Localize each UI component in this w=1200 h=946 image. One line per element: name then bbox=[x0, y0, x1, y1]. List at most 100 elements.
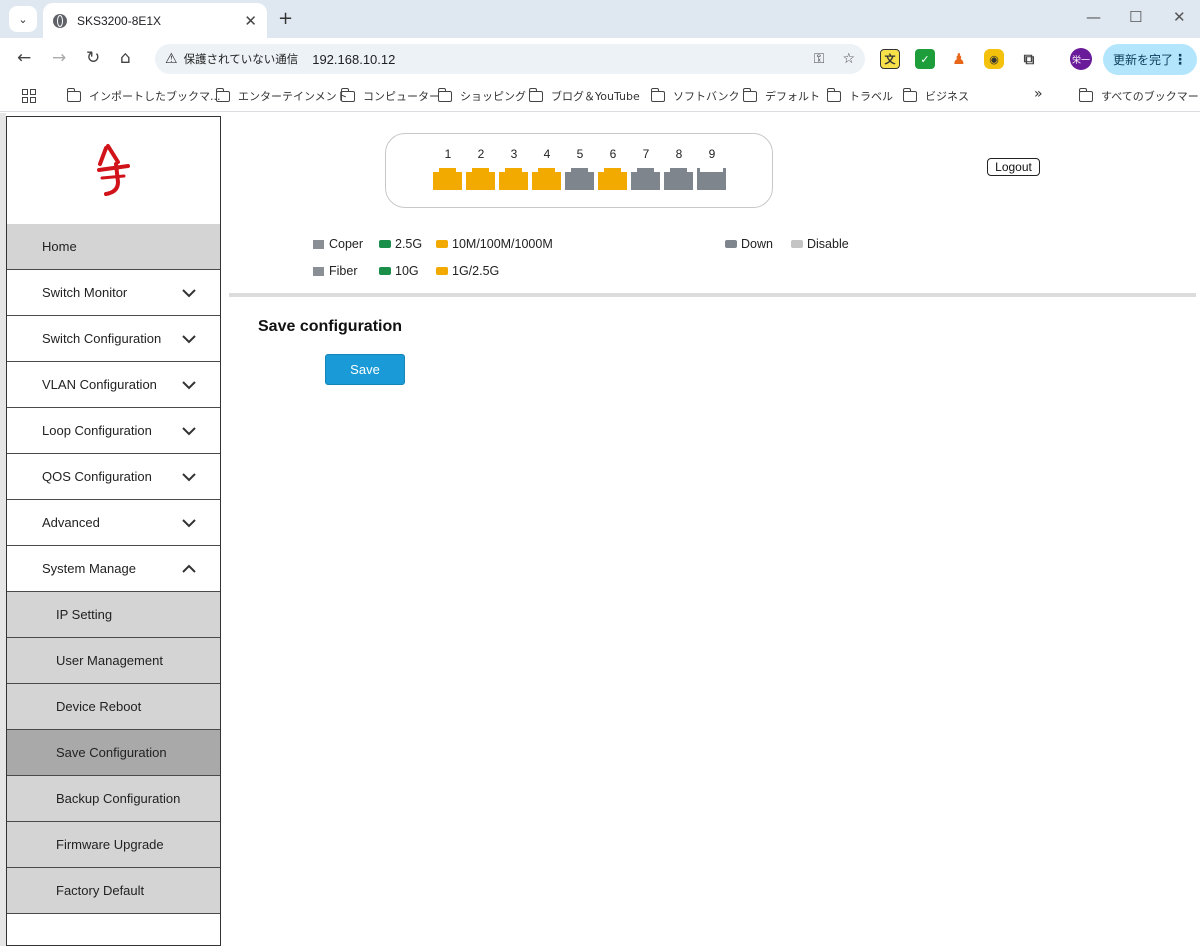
port-number: 5 bbox=[576, 147, 584, 161]
port-number: 8 bbox=[675, 147, 683, 161]
submenu-label: IP Setting bbox=[56, 607, 113, 622]
more-menu-icon[interactable]: ⋮ bbox=[1173, 52, 1187, 68]
apps-grid-icon[interactable] bbox=[22, 89, 36, 103]
port-icon[interactable] bbox=[565, 168, 594, 190]
bookmark-folder[interactable]: デフォルト bbox=[742, 87, 820, 104]
legend-label: Coper bbox=[329, 237, 364, 251]
coper-port-icon bbox=[313, 239, 324, 249]
maximize-button[interactable]: ☐ bbox=[1129, 8, 1142, 26]
menu-system-manage[interactable]: System Manage bbox=[7, 546, 220, 592]
chevron-down-icon bbox=[182, 334, 196, 343]
menu-label: Switch Monitor bbox=[42, 285, 128, 300]
key-icon[interactable]: ⚿ bbox=[814, 51, 825, 67]
bookmark-folder[interactable]: コンピューター bbox=[340, 87, 440, 104]
bookmark-folder[interactable]: トラベル bbox=[826, 87, 893, 104]
menu-qos-configuration[interactable]: QOS Configuration bbox=[7, 454, 220, 500]
extensions-puzzle-icon[interactable]: ⧉ bbox=[1019, 49, 1039, 69]
chevron-down-icon bbox=[182, 288, 196, 297]
menu-home[interactable]: Home bbox=[7, 224, 220, 270]
security-status[interactable]: 保護されていない通信 bbox=[184, 51, 299, 67]
brand-logo-icon bbox=[96, 143, 130, 196]
page-title: Save configuration bbox=[258, 318, 403, 335]
legend-fiber: Fiber bbox=[313, 264, 357, 278]
save-button[interactable]: Save bbox=[325, 354, 405, 385]
legend-coper: Coper bbox=[313, 237, 363, 251]
menu-label: QOS Configuration bbox=[42, 469, 152, 484]
bookmark-folder[interactable]: ビジネス bbox=[902, 87, 969, 104]
legend-label: 10M/100M/1000M bbox=[452, 237, 553, 251]
submenu-factory-default[interactable]: Factory Default bbox=[7, 868, 220, 914]
divider bbox=[229, 293, 1196, 297]
window-close-button[interactable]: ✕ bbox=[1173, 8, 1186, 26]
legend-10m-1000m: 10M/100M/1000M bbox=[436, 237, 553, 251]
folder-icon bbox=[66, 87, 81, 102]
browser-tab[interactable]: SKS3200-8E1X ✕ bbox=[43, 3, 267, 38]
menu-switch-monitor[interactable]: Switch Monitor bbox=[7, 270, 220, 316]
legend-1g-2-5g: 1G/2.5G bbox=[436, 264, 499, 278]
logo bbox=[7, 117, 220, 224]
profile-avatar[interactable]: 栄一 bbox=[1070, 48, 1092, 70]
legend-label: 2.5G bbox=[395, 237, 423, 251]
extension-person-icon[interactable]: ♟ bbox=[949, 49, 969, 69]
legend-down: Down bbox=[725, 237, 773, 251]
port-number: 6 bbox=[609, 147, 617, 161]
legend-label: Disable bbox=[807, 237, 849, 251]
menu-vlan-configuration[interactable]: VLAN Configuration bbox=[7, 362, 220, 408]
browser-tabstrip: ⌄ SKS3200-8E1X ✕ + — ☐ ✕ bbox=[0, 0, 1200, 38]
menu-switch-configuration[interactable]: Switch Configuration bbox=[7, 316, 220, 362]
submenu-ip-setting[interactable]: IP Setting bbox=[7, 592, 220, 638]
legend-10g: 10G bbox=[379, 264, 419, 278]
submenu-user-management[interactable]: User Management bbox=[7, 638, 220, 684]
bookmark-folder[interactable]: エンターテインメント bbox=[215, 87, 348, 104]
submenu-backup-configuration[interactable]: Backup Configuration bbox=[7, 776, 220, 822]
folder-icon bbox=[742, 87, 757, 102]
browser-toolbar: ← → ↻ ⌂ ⚠ 保護されていない通信 192.168.10.12 ⚿ ☆ 文… bbox=[0, 38, 1200, 81]
fiber-port-icon[interactable] bbox=[697, 168, 726, 190]
tab-search-button[interactable]: ⌄ bbox=[9, 6, 37, 32]
port-icon[interactable] bbox=[532, 168, 561, 190]
new-tab-button[interactable]: + bbox=[278, 8, 293, 29]
port-icon[interactable] bbox=[433, 168, 462, 190]
star-icon[interactable]: ☆ bbox=[842, 51, 855, 67]
port-icon[interactable] bbox=[631, 168, 660, 190]
port-icon[interactable] bbox=[664, 168, 693, 190]
extension-check-icon[interactable]: ✓ bbox=[915, 49, 935, 69]
submenu-firmware-upgrade[interactable]: Firmware Upgrade bbox=[7, 822, 220, 868]
port-icon[interactable] bbox=[466, 168, 495, 190]
address-bar[interactable]: ⚠ 保護されていない通信 192.168.10.12 ⚿ ☆ bbox=[155, 44, 865, 74]
port-icon[interactable] bbox=[598, 168, 627, 190]
bookmark-folder[interactable]: インポートしたブックマ... bbox=[66, 87, 221, 104]
menu-advanced[interactable]: Advanced bbox=[7, 500, 220, 546]
update-button[interactable]: 更新を完了 ⋮ bbox=[1103, 44, 1197, 75]
extension-translate-icon[interactable]: 文 bbox=[880, 49, 900, 69]
port-status-panel: 1 2 3 4 5 6 7 8 9 bbox=[385, 133, 773, 208]
submenu-device-reboot[interactable]: Device Reboot bbox=[7, 684, 220, 730]
port-number: 4 bbox=[543, 147, 551, 161]
yellow-swatch bbox=[436, 240, 448, 248]
bookmark-folder[interactable]: ブログ＆YouTube bbox=[528, 87, 640, 104]
bookmark-folder[interactable]: ショッピング bbox=[437, 87, 526, 104]
url-text[interactable]: 192.168.10.12 bbox=[312, 52, 796, 67]
port-icon[interactable] bbox=[499, 168, 528, 190]
back-button[interactable]: ← bbox=[17, 48, 31, 68]
bookmark-folder[interactable]: ソフトバンク bbox=[650, 87, 740, 104]
sidebar: Home Switch Monitor Switch Configuration… bbox=[6, 116, 221, 946]
close-tab-icon[interactable]: ✕ bbox=[244, 12, 257, 30]
menu-label: System Manage bbox=[42, 561, 136, 576]
menu-label: Advanced bbox=[42, 515, 100, 530]
menu-loop-configuration[interactable]: Loop Configuration bbox=[7, 408, 220, 454]
forward-button[interactable]: → bbox=[52, 48, 66, 68]
legend-label: 1G/2.5G bbox=[452, 264, 500, 278]
all-bookmarks[interactable]: すべてのブックマーク bbox=[1078, 87, 1200, 104]
bookmarks-overflow-icon[interactable]: » bbox=[1034, 86, 1043, 102]
extension-shield-icon[interactable]: ◉ bbox=[984, 49, 1004, 69]
folder-icon bbox=[650, 87, 665, 102]
folder-icon bbox=[826, 87, 841, 102]
reload-button[interactable]: ↻ bbox=[86, 48, 100, 68]
logout-button[interactable]: Logout bbox=[987, 158, 1040, 176]
port-number: 9 bbox=[708, 147, 716, 161]
submenu-label: Backup Configuration bbox=[56, 791, 181, 806]
home-button[interactable]: ⌂ bbox=[120, 48, 131, 68]
submenu-save-configuration[interactable]: Save Configuration bbox=[7, 730, 220, 776]
minimize-button[interactable]: — bbox=[1086, 8, 1101, 26]
